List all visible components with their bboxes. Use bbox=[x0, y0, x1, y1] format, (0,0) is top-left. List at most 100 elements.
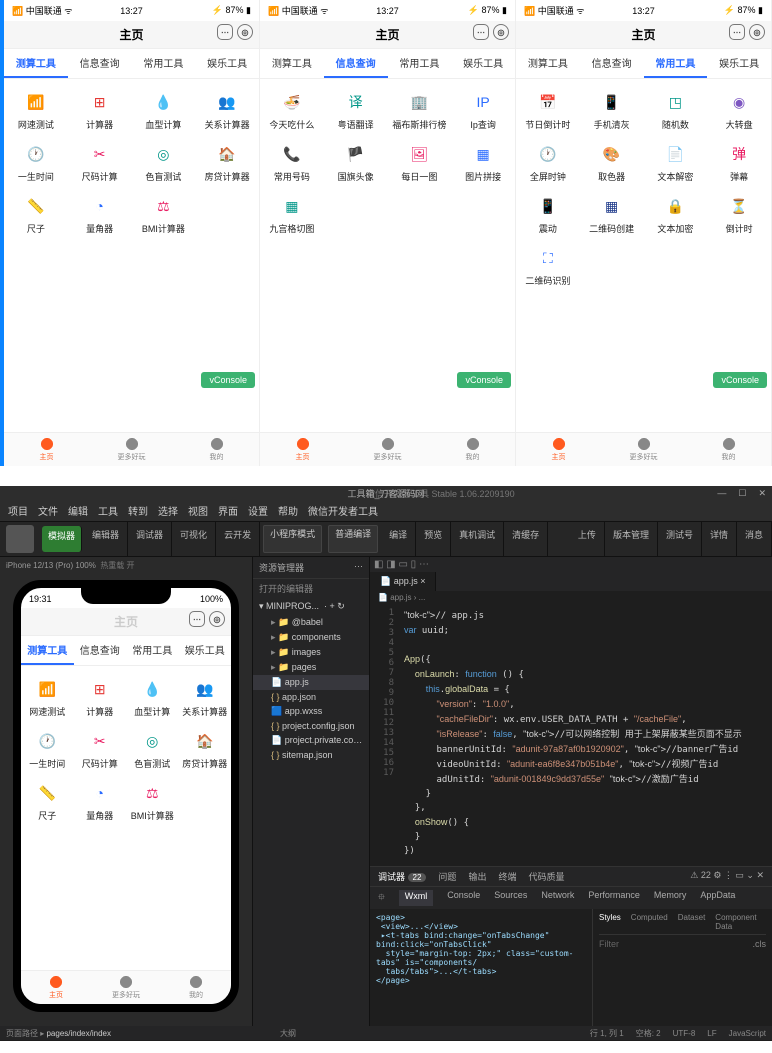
capsule-close-icon[interactable]: ◎ bbox=[209, 611, 225, 627]
toolbar-button[interactable]: 编辑器 bbox=[84, 522, 128, 556]
tree-folder[interactable]: ▸ 📁 components bbox=[253, 630, 369, 645]
sim-tool-item[interactable]: ⊞计算器 bbox=[74, 670, 127, 722]
debugger-sub-tab[interactable]: Performance bbox=[588, 890, 640, 906]
debugger-top-tab[interactable]: 调试器 22 bbox=[378, 870, 426, 883]
debugger-sub-tab[interactable]: Memory bbox=[654, 890, 687, 906]
sim-tabbar-item[interactable]: 我的 bbox=[161, 971, 231, 1004]
category-tab[interactable]: 信息查询 bbox=[68, 49, 132, 78]
tool-item[interactable]: 📏 尺子 bbox=[4, 187, 68, 239]
tabbar-item[interactable]: 更多好玩 bbox=[89, 433, 174, 466]
window-minimize-icon[interactable]: — bbox=[717, 488, 726, 498]
vconsole-button[interactable]: vConsole bbox=[713, 372, 767, 388]
category-tab[interactable]: 娱乐工具 bbox=[707, 49, 771, 78]
tree-folder[interactable]: ▸ 📁 @babel bbox=[253, 615, 369, 630]
sim-zoom[interactable]: 100% bbox=[75, 561, 95, 570]
capsule-menu-icon[interactable]: ⋯ bbox=[729, 24, 745, 40]
sim-tool-item[interactable]: 📶网速测试 bbox=[21, 670, 74, 722]
tree-file[interactable]: 📄 project.private.config.js... bbox=[253, 733, 369, 748]
statusbar-item[interactable]: JavaScript bbox=[729, 1029, 766, 1038]
editor-breadcrumb[interactable]: app.js › ... bbox=[390, 593, 425, 602]
tree-file[interactable]: 📄 app.js bbox=[253, 675, 369, 690]
styles-tab[interactable]: Computed bbox=[631, 913, 668, 931]
ide-menu-item[interactable]: 视图 bbox=[188, 503, 208, 518]
toolbar-button[interactable]: 上传 bbox=[570, 522, 605, 556]
ide-menu-item[interactable]: 设置 bbox=[248, 503, 268, 518]
debugger-top-tab[interactable]: 问题 bbox=[438, 870, 456, 883]
tool-item[interactable]: 弹 弹幕 bbox=[707, 135, 771, 187]
category-tab[interactable]: 信息查询 bbox=[580, 49, 644, 78]
tree-file[interactable]: { } project.config.json bbox=[253, 719, 369, 733]
sim-tabbar-item[interactable]: 更多好玩 bbox=[91, 971, 161, 1004]
tool-item[interactable]: ◉ 大转盘 bbox=[707, 83, 771, 135]
tool-item[interactable]: 📅 节日倒计时 bbox=[516, 83, 580, 135]
tool-item[interactable]: 📱 手机清灰 bbox=[580, 83, 644, 135]
toolbar-button[interactable]: 调试器 bbox=[128, 522, 172, 556]
vconsole-button[interactable]: vConsole bbox=[201, 372, 255, 388]
toolbar-button[interactable]: 预览 bbox=[416, 522, 451, 556]
ide-menu-item[interactable]: 微信开发者工具 bbox=[308, 503, 378, 518]
tree-folder[interactable]: ▸ 📁 pages bbox=[253, 660, 369, 675]
tool-item[interactable]: 🏠 房贷计算器 bbox=[195, 135, 259, 187]
toolbar-button[interactable]: 消息 bbox=[737, 522, 772, 556]
toolbar-button[interactable]: 云开发 bbox=[216, 522, 260, 556]
toolbar-button[interactable]: 编译 bbox=[381, 522, 416, 556]
tool-item[interactable]: 👥 关系计算器 bbox=[195, 83, 259, 135]
tool-item[interactable]: 🏢 福布斯排行榜 bbox=[388, 83, 452, 135]
styles-cls[interactable]: .cls bbox=[753, 939, 767, 949]
sim-tool-item[interactable]: ◎色盲测试 bbox=[126, 722, 179, 774]
tabbar-item[interactable]: 更多好玩 bbox=[601, 433, 686, 466]
code-editor[interactable]: "tok-c">// app.js var uuid; App({ onLaun… bbox=[400, 604, 772, 866]
window-close-icon[interactable]: ✕ bbox=[758, 488, 766, 499]
debugger-top-tab[interactable]: 代码质量 bbox=[528, 870, 564, 883]
tool-item[interactable]: IP Ip查询 bbox=[451, 83, 515, 135]
status-pagepath[interactable]: pages/index/index bbox=[46, 1029, 111, 1038]
debugger-sub-tab[interactable]: Wxml bbox=[399, 890, 434, 906]
editor-tab[interactable]: 📄 app.js × bbox=[370, 572, 436, 591]
category-tab[interactable]: 信息查询 bbox=[324, 49, 388, 78]
tool-item[interactable]: 🕐 全屏时钟 bbox=[516, 135, 580, 187]
tabbar-item[interactable]: 主页 bbox=[260, 433, 345, 466]
status-outline[interactable]: 大纲 bbox=[280, 1028, 296, 1039]
tool-item[interactable]: ▦ 九宫格切图 bbox=[260, 187, 324, 239]
sim-category-tab[interactable]: 测算工具 bbox=[21, 636, 74, 665]
toolbar-button[interactable]: 可视化 bbox=[172, 522, 216, 556]
tool-item[interactable]: 🕐 一生时间 bbox=[4, 135, 68, 187]
window-maximize-icon[interactable]: ☐ bbox=[738, 488, 746, 499]
tool-item[interactable]: ◔ 量角器 bbox=[68, 187, 132, 239]
status-pagepath-label[interactable]: 页面路径 ▸ bbox=[6, 1029, 44, 1038]
ide-menu-item[interactable]: 工具 bbox=[98, 503, 118, 518]
capsule-close-icon[interactable]: ◎ bbox=[749, 24, 765, 40]
sim-category-tab[interactable]: 信息查询 bbox=[74, 636, 127, 665]
toolbar-button[interactable]: 详情 bbox=[702, 522, 737, 556]
sim-tool-item[interactable]: 🏠房贷计算器 bbox=[179, 722, 232, 774]
tool-item[interactable]: ⛶ 二维码识别 bbox=[516, 239, 580, 291]
statusbar-item[interactable]: LF bbox=[707, 1029, 716, 1038]
debugger-top-tab[interactable]: 输出 bbox=[468, 870, 486, 883]
tool-item[interactable]: 📄 文本解密 bbox=[644, 135, 708, 187]
tool-item[interactable]: 译 粤语翻译 bbox=[324, 83, 388, 135]
sim-tool-item[interactable]: ⚖BMI计算器 bbox=[126, 774, 179, 826]
debugger-sub-tab[interactable]: Console bbox=[447, 890, 480, 906]
ide-menu-item[interactable]: 文件 bbox=[38, 503, 58, 518]
statusbar-item[interactable]: UTF-8 bbox=[673, 1029, 696, 1038]
tool-item[interactable]: 📞 常用号码 bbox=[260, 135, 324, 187]
sim-tool-item[interactable]: ✂尺码计算 bbox=[74, 722, 127, 774]
tool-item[interactable]: 💧 血型计算 bbox=[132, 83, 196, 135]
tabbar-item[interactable]: 主页 bbox=[516, 433, 601, 466]
ide-menu-item[interactable]: 选择 bbox=[158, 503, 178, 518]
tool-item[interactable]: ⚖ BMI计算器 bbox=[132, 187, 196, 239]
category-tab[interactable]: 娱乐工具 bbox=[195, 49, 259, 78]
project-root[interactable]: ▾ MINIPROG... · + ↻ bbox=[253, 598, 369, 615]
sim-tool-item[interactable]: 🕐一生时间 bbox=[21, 722, 74, 774]
debugger-sub-tab[interactable]: Sources bbox=[494, 890, 527, 906]
category-tab[interactable]: 测算工具 bbox=[4, 49, 68, 78]
category-tab[interactable]: 测算工具 bbox=[260, 49, 324, 78]
debugger-sub-tab[interactable]: AppData bbox=[700, 890, 735, 906]
capsule-menu-icon[interactable]: ⋯ bbox=[217, 24, 233, 40]
vconsole-button[interactable]: vConsole bbox=[457, 372, 511, 388]
tree-file[interactable]: { } app.json bbox=[253, 690, 369, 704]
category-tab[interactable]: 常用工具 bbox=[644, 49, 708, 78]
statusbar-item[interactable]: 行 1, 列 1 bbox=[590, 1029, 624, 1038]
tool-item[interactable]: 🖼 每日一图 bbox=[388, 135, 452, 187]
explorer-more-icon[interactable]: ⋯ bbox=[354, 561, 363, 574]
